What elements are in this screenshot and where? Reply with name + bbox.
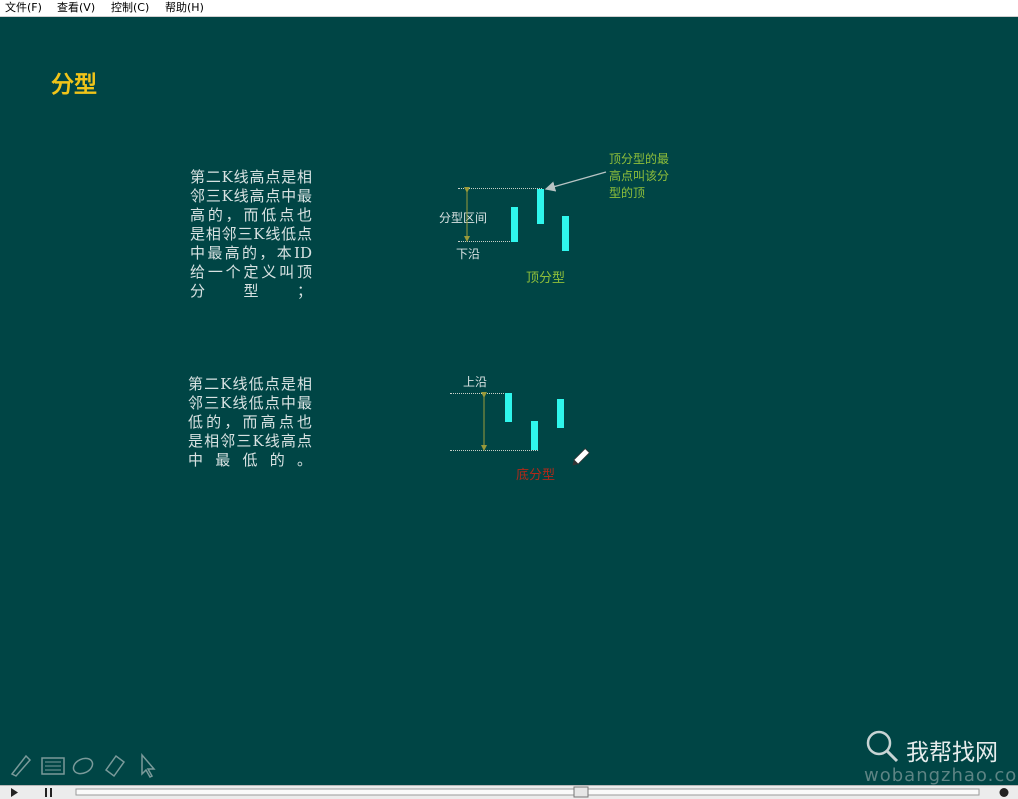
seek-track[interactable]	[75, 788, 980, 796]
menu-control[interactable]: 控制(C)	[111, 0, 149, 16]
pause-icon[interactable]	[45, 788, 47, 797]
menu-help[interactable]: 帮助(H)	[165, 0, 204, 16]
play-icon[interactable]	[11, 788, 18, 797]
watermark-logo	[866, 730, 899, 763]
info-icon[interactable]	[999, 788, 1009, 797]
menu-bar: 文件(F) 查看(V) 控制(C) 帮助(H)	[0, 0, 1018, 17]
menu-file[interactable]: 文件(F)	[5, 0, 42, 16]
seek-thumb[interactable]	[573, 786, 589, 798]
playback-controls	[11, 786, 1009, 798]
slide-canvas: 分型 第二K线高点是相 邻三K线高点中最 高的，而低点也 是相邻三K线低点 中最…	[0, 17, 1018, 786]
menu-view[interactable]: 查看(V)	[57, 0, 95, 16]
watermark-cn: 我帮找网	[906, 740, 998, 766]
playback-bar	[0, 785, 1018, 799]
watermark-url: wobangzhao.com	[864, 765, 1018, 786]
